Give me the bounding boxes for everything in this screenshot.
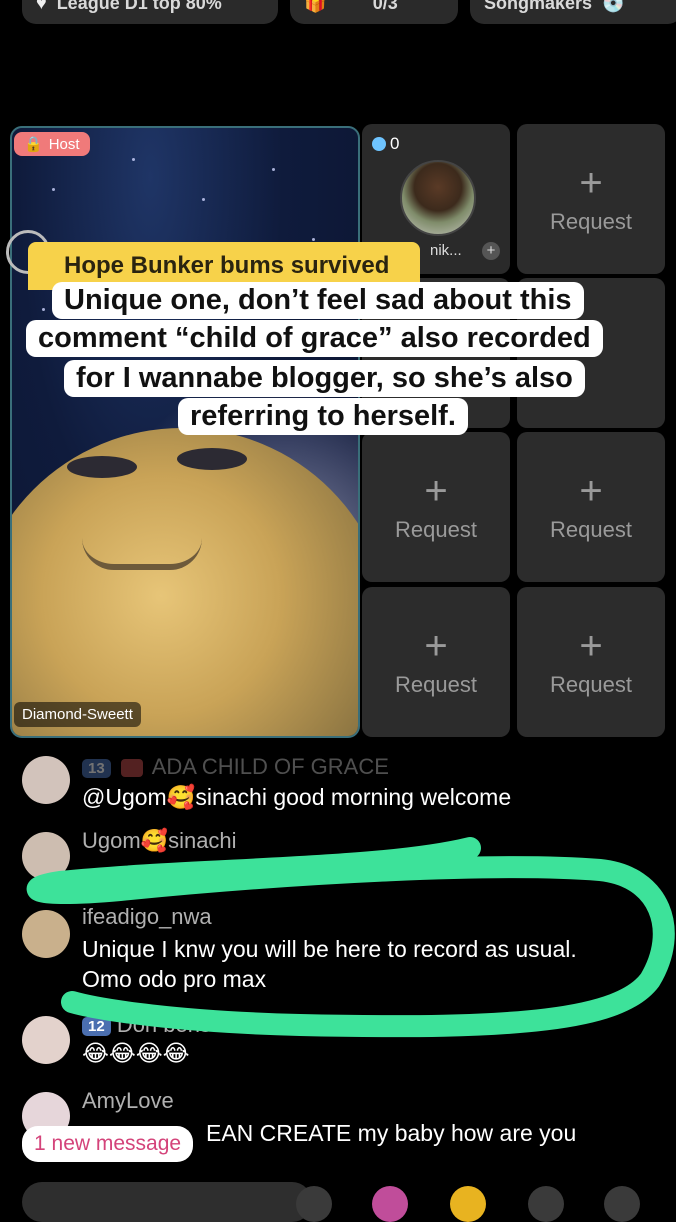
request-label: Request [550, 672, 632, 697]
league-label: League D1 top 80% [56, 0, 222, 13]
chat-username-4: 12 Don bens [82, 1012, 211, 1038]
chat-message-1: @Ugom🥰sinachi good morning welcome [82, 784, 512, 810]
request-seat-7[interactable]: + Request [517, 587, 665, 737]
gift-button-icon[interactable] [372, 1186, 408, 1222]
chat-avatar[interactable] [22, 832, 70, 880]
new-message-button[interactable]: 1 new message [22, 1126, 194, 1162]
gem-icon [372, 137, 386, 151]
caption-line-2: comment “child of grace” also recorded [26, 320, 603, 357]
heart-badge-icon [120, 759, 143, 778]
request-seat-5[interactable]: + Request [517, 432, 665, 582]
level-badge: 13 [82, 758, 111, 778]
heart-icon: ♥ [36, 0, 47, 13]
request-label: Request [395, 517, 477, 542]
chat-message-4: 😂😂😂😂 [82, 1040, 190, 1066]
caption-line-4: referring to herself. [178, 398, 468, 435]
moon-mouth [82, 538, 202, 570]
request-label: Request [550, 517, 632, 542]
level-badge: 12 [82, 1016, 111, 1036]
seat-gem-count: 0 [372, 134, 399, 154]
chat-username-3: ifeadigo_nwa [82, 904, 212, 929]
plus-icon: + [579, 161, 603, 205]
gift-counter[interactable]: 🎁 0/3 [290, 0, 458, 24]
moon-eye-right [177, 448, 247, 470]
chat-message-3b: Omo odo pro max [82, 966, 267, 992]
host-name-tag: Diamond-Sweett [14, 702, 141, 727]
mic-icon[interactable] [296, 1186, 332, 1222]
plus-icon: + [579, 469, 603, 513]
caption-line-3: for I wannabe blogger, so she’s also [64, 360, 585, 397]
gift-icon: 🎁 [304, 0, 327, 13]
more-icon[interactable] [528, 1186, 564, 1222]
plus-icon: + [424, 624, 448, 668]
request-seat-1[interactable]: + Request [517, 124, 665, 274]
moon-face-image [12, 428, 358, 736]
request-seat-4[interactable]: + Request [362, 432, 510, 582]
league-pill[interactable]: ♥ League D1 top 80% [22, 0, 278, 24]
follow-plus-button[interactable]: + [482, 242, 500, 260]
chat-avatar[interactable] [22, 756, 70, 804]
moon-eye-left [67, 456, 137, 478]
emoji-icon[interactable] [450, 1186, 486, 1222]
request-seat-6[interactable]: + Request [362, 587, 510, 737]
chat-avatar[interactable] [22, 910, 70, 958]
chat-username-1: 13 ADA CHILD OF GRACE [82, 754, 389, 780]
disc-icon: 💿 [602, 0, 625, 13]
comment-input[interactable] [22, 1182, 312, 1222]
seat-user-name: nik... [430, 242, 462, 259]
songmakers-label: Songmakers [484, 0, 593, 13]
chat-username-2: Ugom🥰sinachi [82, 828, 237, 853]
request-label: Request [395, 672, 477, 697]
request-label: Request [550, 209, 632, 234]
chat-message-5: EAN CREATE my baby how are you [206, 1120, 577, 1146]
caption-line-1: Unique one, don’t feel sad about this [52, 282, 584, 319]
chat-message-3a: Unique I knw you will be here to record … [82, 936, 577, 962]
plus-icon: + [579, 624, 603, 668]
songmakers-pill[interactable]: Songmakers 💿 [470, 0, 676, 24]
seat-avatar [400, 160, 476, 236]
chat-avatar[interactable] [22, 1016, 70, 1064]
chat-username-5: AmyLove [82, 1088, 174, 1113]
plus-icon: + [424, 469, 448, 513]
gift-count: 0/3 [372, 0, 398, 13]
lock-icon: 🔒 [24, 136, 43, 153]
host-badge: 🔒 Host [14, 132, 90, 156]
share-icon[interactable] [604, 1186, 640, 1222]
